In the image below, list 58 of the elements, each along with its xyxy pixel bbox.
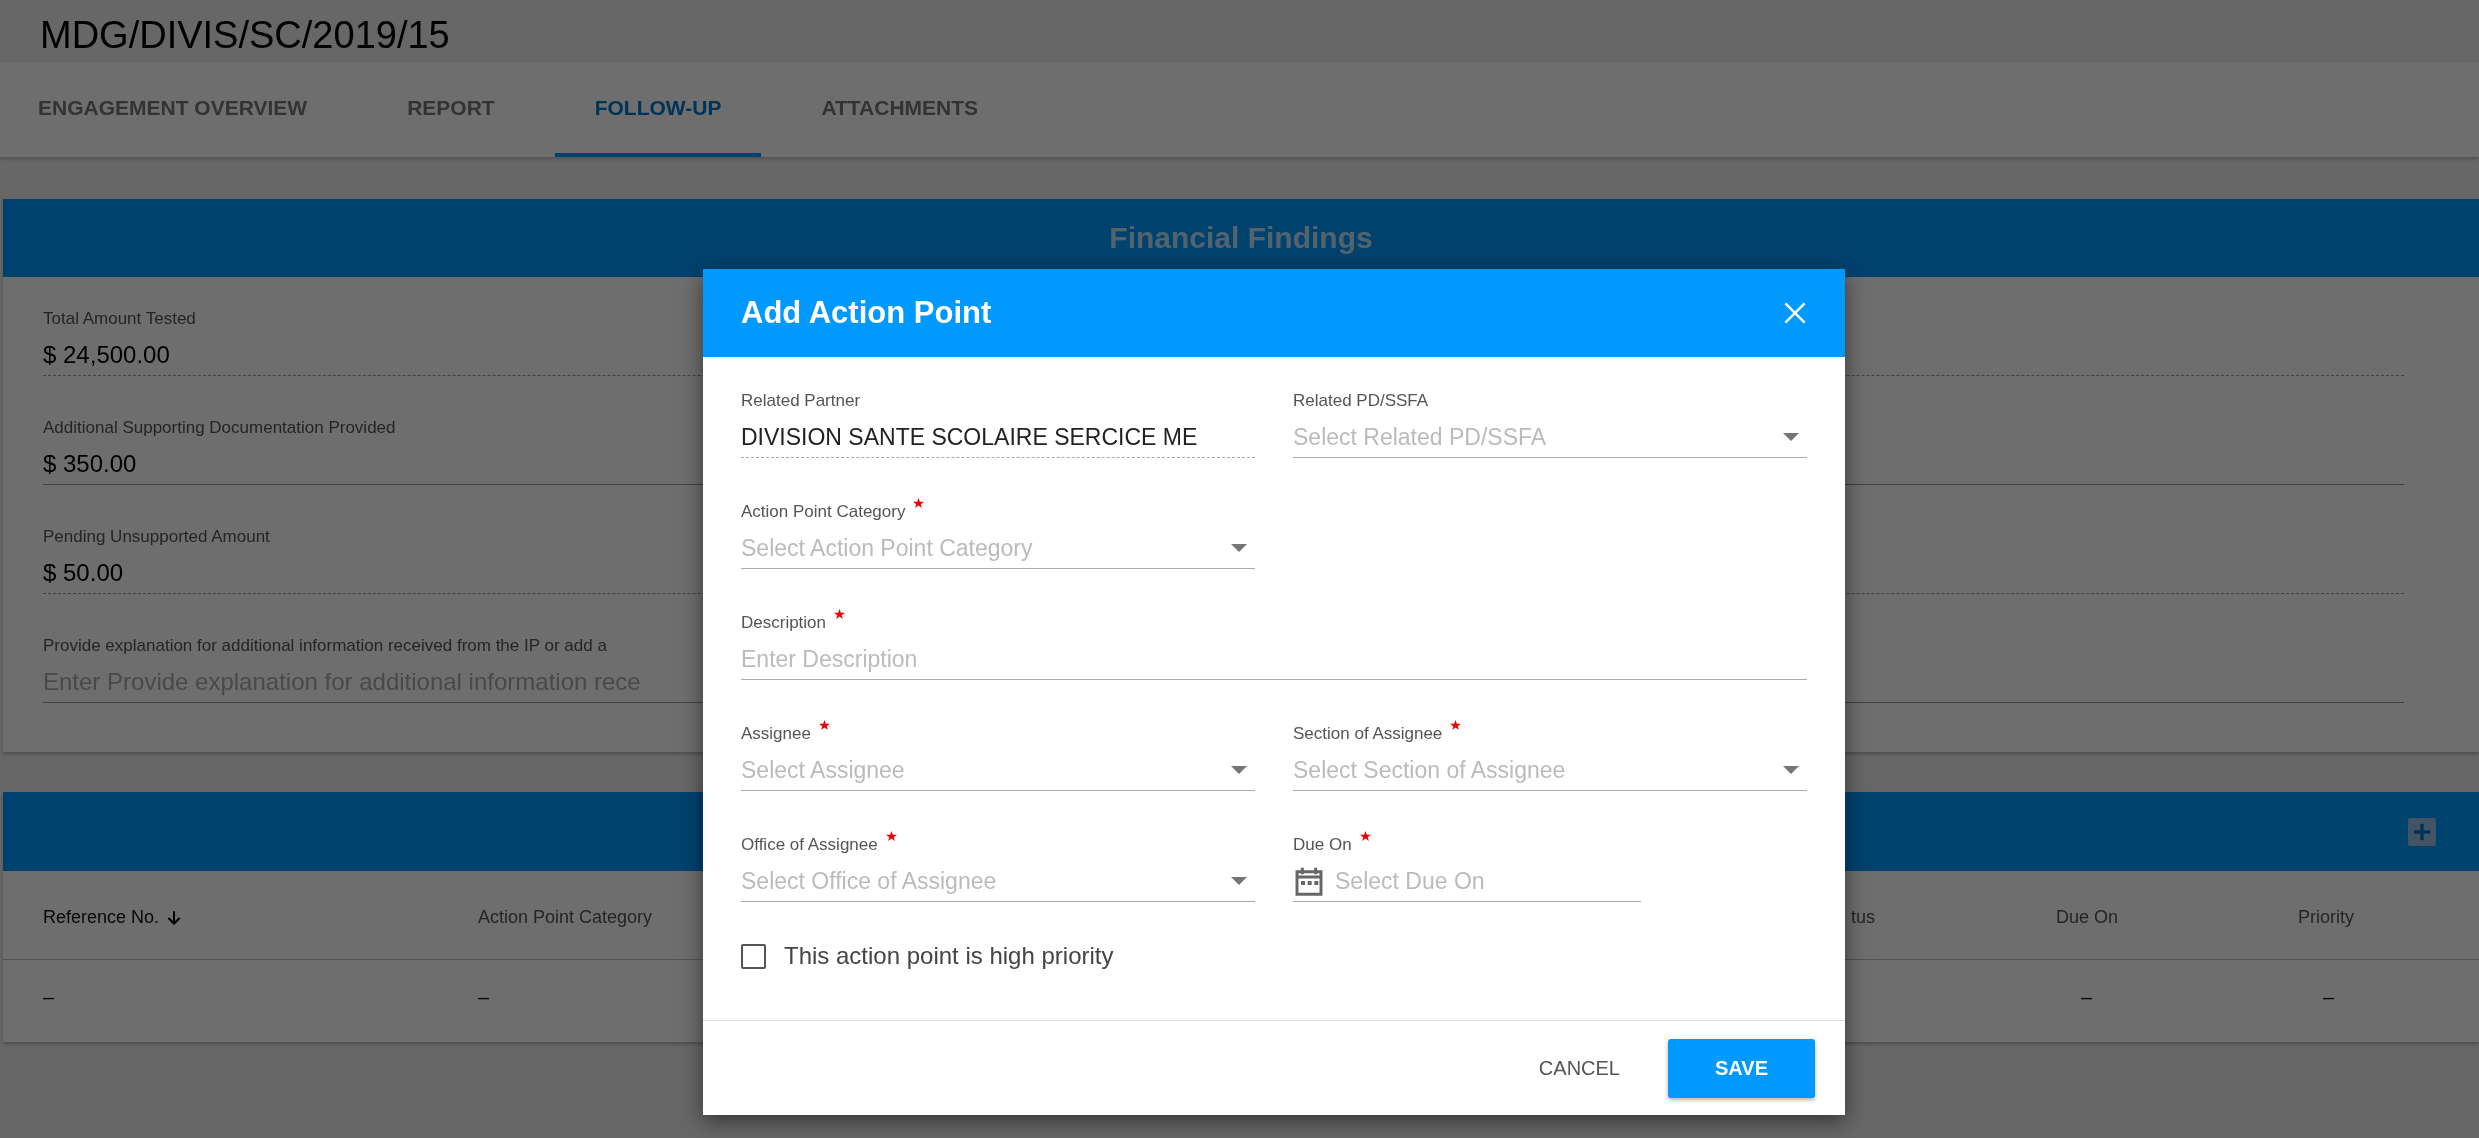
field-label: Due On [1293,831,1371,861]
field-label: Section of Assignee [1293,720,1462,750]
checkbox-label: This action point is high priority [784,942,1114,970]
table-cell: – [478,986,490,1009]
field-placeholder: Select Action Point Category [741,534,1034,562]
field-label: Pending Unsupported Amount [43,527,270,547]
caret-icon[interactable] [1231,544,1247,552]
table-cell: – [2081,986,2093,1009]
save-button[interactable]: SAVE [1668,1038,1815,1098]
input-field[interactable]: Description Enter Description [741,609,1807,680]
cancel-button[interactable]: CANCEL [1512,1038,1646,1098]
tab[interactable]: ATTACHMENTS [781,62,1019,157]
page-title: MDG/DIVIS/SC/2019/15 [39,13,451,58]
checkbox[interactable] [741,943,766,969]
field-placeholder: Select Office of Assignee [741,867,998,895]
field-placeholder: Select Due On [1335,867,1486,895]
field-label: Related Partner [741,390,861,412]
column-header[interactable]: Action Point Category [478,907,653,928]
column-header[interactable]: Priority [2298,907,2354,928]
tab[interactable]: FOLLOW-UP [554,62,762,157]
table-cell: – [2323,986,2335,1009]
tab[interactable]: ENGAGEMENT OVERVIEW [0,62,348,157]
caret-icon[interactable] [1231,877,1247,885]
dropdown-field[interactable]: Section of Assignee Select Section of Assignee [1293,720,1807,791]
field-value: $ 24,500.00 [43,341,170,369]
calendar-icon[interactable] [1293,865,1325,897]
dialog-title: Add Action Point [741,295,992,331]
column-header[interactable]: tus [1851,907,1875,928]
dropdown-field[interactable]: Action Point Category Select Action Point Category [741,498,1255,569]
field-value: $ 350.00 [43,450,137,478]
date-field[interactable]: Due On Select Due On [1293,831,1641,902]
field-label: Related PD/SSFA [1293,390,1429,412]
field-label: Description [741,609,846,639]
field-placeholder: Select Section of Assignee [1293,756,1567,784]
dropdown-field[interactable]: Related PD/SSFA Select Related PD/SSFA [1293,387,1807,458]
field-label: Total Amount Tested [43,309,196,329]
caret-icon[interactable] [1783,766,1799,774]
table-cell: – [43,986,55,1009]
field-placeholder: Select Related PD/SSFA [1293,423,1548,451]
card-title: Financial Findings [1109,221,1373,255]
field-label: Provide explanation for additional information received from the IP or add a [43,636,607,656]
tab[interactable]: REPORT [367,62,535,157]
column-header[interactable]: Due On [2056,907,2119,928]
caret-icon[interactable] [1783,433,1799,441]
field-label: Assignee [741,720,830,750]
field-placeholder: Enter Description [741,645,919,673]
field-label: Office of Assignee [741,831,897,861]
dropdown-field[interactable]: Office of Assignee Select Office of Assignee [741,831,1255,902]
field-label: Additional Supporting Documentation Provided [43,418,396,438]
close-icon[interactable] [1783,301,1807,325]
column-header[interactable]: Reference No. [43,907,184,928]
caret-icon[interactable] [1231,766,1247,774]
field-placeholder: Select Assignee [741,756,906,784]
dropdown-field[interactable]: Assignee Select Assignee [741,720,1255,791]
field-value: $ 50.00 [43,559,124,587]
field-label: Action Point Category [741,498,925,528]
field-value: DIVISION SANTE SCOLAIRE SERCICE ME [741,423,1199,451]
input-field[interactable]: Related Partner DIVISION SANTE SCOLAIRE SERCICE ME [741,387,1255,458]
